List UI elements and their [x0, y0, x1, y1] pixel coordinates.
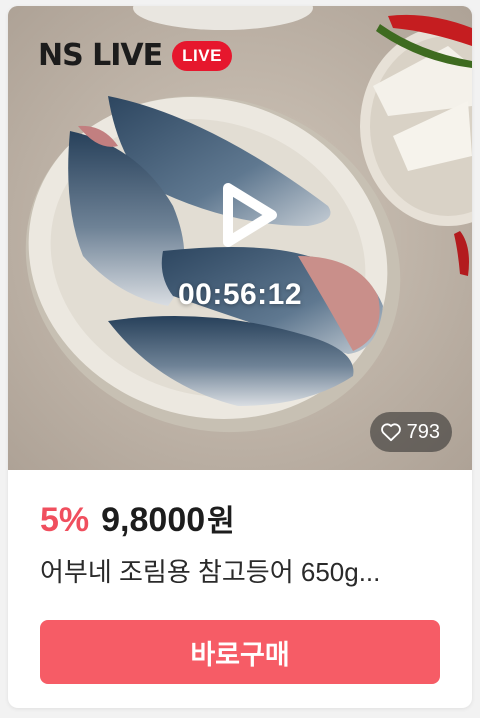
currency-unit: 원 — [207, 505, 235, 538]
like-button[interactable]: 793 — [369, 412, 452, 452]
live-timer: 00:56:12 — [177, 278, 303, 311]
heart-icon — [380, 423, 401, 442]
play-button[interactable] — [218, 182, 280, 248]
like-count: 793 — [406, 420, 440, 443]
product-title[interactable]: 어부네 조림용 참고등어 650g... — [40, 552, 460, 589]
product-card[interactable]: NS LIVE LIVE 00:56:12 793 5% 9,8000 원 어부… — [8, 6, 472, 708]
price-row: 5% 9,8000 원 — [40, 496, 235, 540]
brand-header: NS LIVE LIVE — [38, 38, 232, 73]
ns-live-logo: NS LIVE — [38, 38, 163, 73]
discount-rate: 5% — [40, 501, 90, 539]
play-icon — [223, 183, 277, 247]
buy-now-button[interactable]: 바로구매 — [40, 620, 440, 684]
live-video-thumbnail[interactable]: NS LIVE LIVE 00:56:12 793 — [8, 6, 472, 470]
sale-price: 9,8000 — [101, 501, 206, 539]
live-badge: LIVE — [172, 40, 232, 71]
